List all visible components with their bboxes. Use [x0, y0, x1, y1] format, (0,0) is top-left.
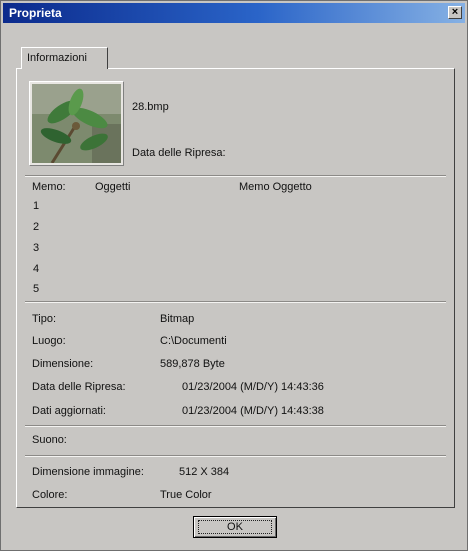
- ok-button[interactable]: OK: [193, 516, 277, 538]
- properties-dialog: Proprieta × Informazioni 28.bmp Data del…: [0, 0, 468, 551]
- image-thumbnail: [29, 81, 124, 166]
- capture-date-label: Data delle Ripresa:: [132, 147, 226, 159]
- memo-row-number: 3: [33, 242, 40, 254]
- memo-row-number: 4: [33, 263, 40, 275]
- divider: [25, 425, 446, 427]
- image-size-label: Dimensione immagine:: [32, 466, 144, 478]
- close-button[interactable]: ×: [448, 6, 462, 19]
- tab-informazioni[interactable]: Informazioni: [21, 47, 108, 69]
- memo-row-number: 2: [33, 221, 40, 233]
- capture-date-value: 01/23/2004 (M/D/Y) 14:43:36: [182, 381, 324, 393]
- memo-row-number: 1: [33, 200, 40, 212]
- objects-column-header: Oggetti: [95, 181, 131, 193]
- updated-date-value: 01/23/2004 (M/D/Y) 14:43:38: [182, 405, 324, 417]
- close-icon: ×: [451, 6, 459, 18]
- image-size-value: 512 X 384: [179, 466, 230, 478]
- updated-date-label: Dati aggiornati:: [32, 405, 106, 417]
- info-panel: 28.bmp Data delle Ripresa: Memo: Oggetti…: [16, 68, 455, 508]
- type-label: Tipo:: [32, 313, 57, 325]
- size-value: 589,878 Byte: [160, 358, 225, 370]
- title-bar[interactable]: Proprieta ×: [3, 3, 465, 23]
- color-value: True Color: [160, 489, 212, 501]
- sound-label: Suono:: [32, 434, 67, 446]
- location-value: C:\Documenti: [160, 335, 227, 347]
- object-memo-column-header: Memo Oggetto: [239, 181, 312, 193]
- location-label: Luogo:: [32, 335, 66, 347]
- divider: [25, 455, 446, 457]
- memo-row-number: 5: [33, 283, 40, 295]
- file-name: 28.bmp: [132, 101, 169, 113]
- divider: [25, 301, 446, 303]
- focus-rect: [198, 520, 272, 534]
- tab-label: Informazioni: [27, 52, 87, 64]
- color-label: Colore:: [32, 489, 68, 501]
- size-label: Dimensione:: [32, 358, 94, 370]
- type-value: Bitmap: [160, 313, 195, 325]
- window-title: Proprieta: [9, 6, 62, 20]
- memo-column-header: Memo:: [32, 181, 66, 193]
- capture-date-detail-label: Data delle Ripresa:: [32, 381, 126, 393]
- divider: [25, 175, 446, 177]
- plant-photo-thumbnail: [32, 84, 121, 163]
